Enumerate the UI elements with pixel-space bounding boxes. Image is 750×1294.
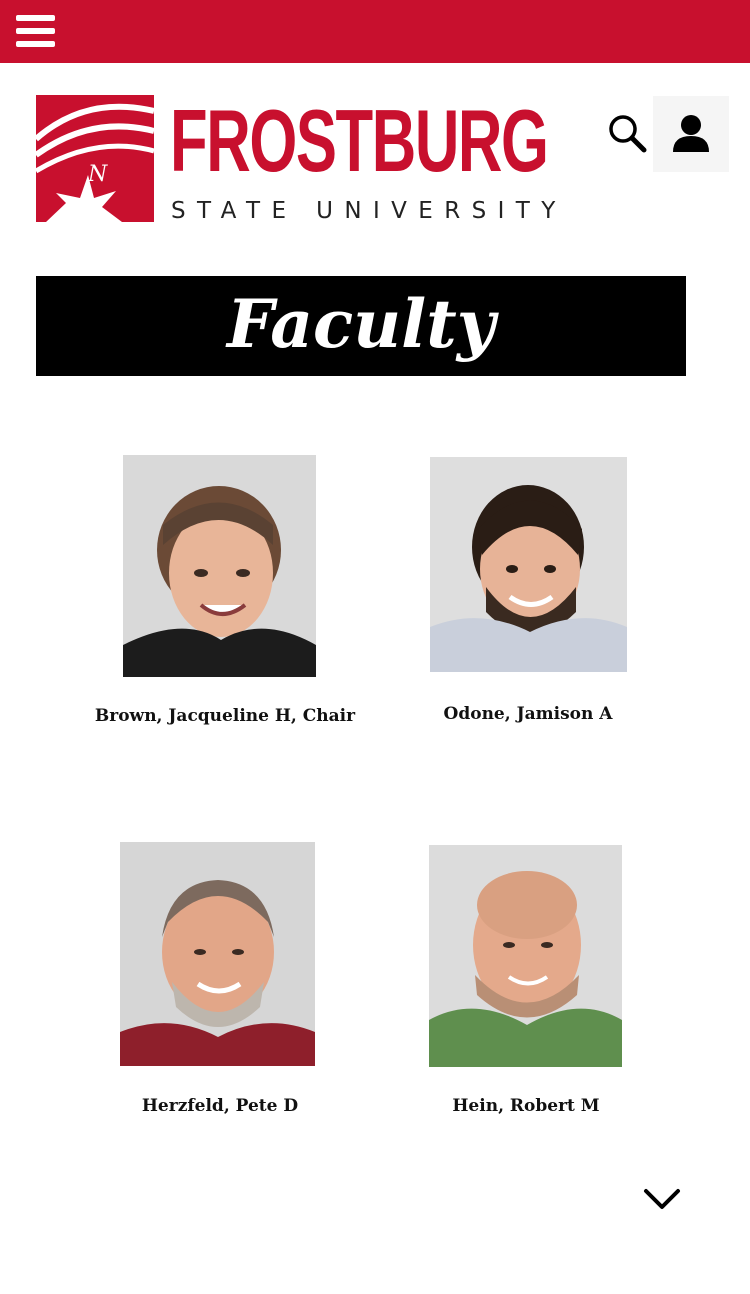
faculty-photo[interactable]	[429, 845, 622, 1067]
search-icon[interactable]	[606, 112, 648, 154]
logo-mark-letter: N	[87, 162, 108, 187]
user-icon	[673, 115, 709, 152]
faculty-name[interactable]: Brown, Jacqueline H, Chair	[70, 706, 380, 726]
hamburger-menu-icon[interactable]	[16, 15, 55, 48]
faculty-photo[interactable]	[430, 457, 627, 672]
faculty-photo[interactable]	[123, 455, 316, 677]
faculty-photo[interactable]	[120, 842, 315, 1066]
faculty-name[interactable]: Herzfeld, Pete D	[70, 1096, 370, 1116]
user-account-button[interactable]	[653, 96, 729, 172]
logo-mark-icon: N	[36, 95, 154, 222]
logo-wordmark: FROSTBURG	[170, 91, 549, 190]
university-logo[interactable]: N FROSTBURG STATE UNIVERSITY	[36, 91, 555, 224]
faculty-name[interactable]: Hein, Robert M	[376, 1096, 676, 1116]
chevron-down-icon[interactable]	[640, 1183, 684, 1215]
page-title: Faculty	[226, 285, 496, 363]
top-nav-bar	[0, 0, 750, 63]
faculty-name[interactable]: Odone, Jamison A	[378, 704, 678, 724]
logo-subtitle: STATE UNIVERSITY	[171, 198, 567, 224]
faculty-banner: Faculty	[36, 276, 686, 376]
